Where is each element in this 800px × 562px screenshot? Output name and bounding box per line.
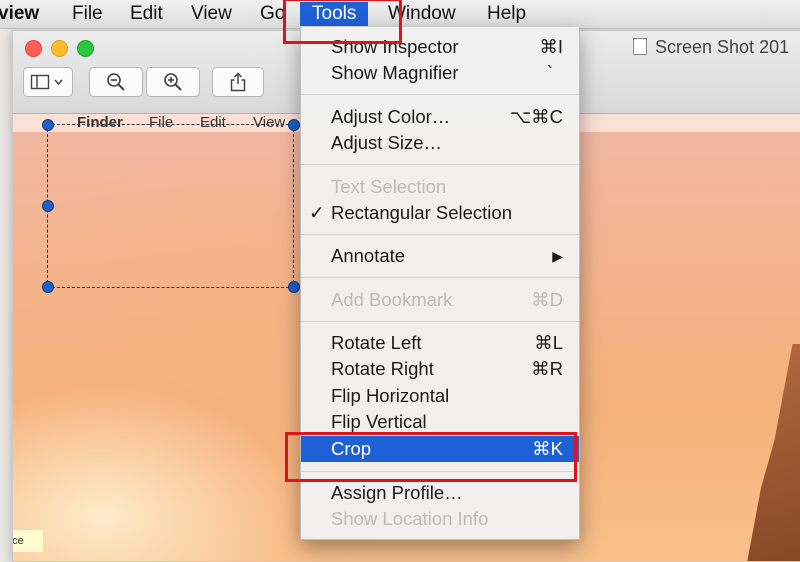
menu-item-label: Text Selection [331, 176, 447, 197]
menu-item-label: Assign Profile… [331, 482, 463, 503]
menu-go[interactable]: Go [260, 2, 285, 26]
menu-item-label: Add Bookmark [331, 289, 453, 310]
menu-item-show-location-info: Show Location Info [301, 506, 579, 532]
menu-item-adjust-color[interactable]: Adjust Color… ⌥⌘C [301, 104, 579, 130]
menu-item-label: Flip Horizontal [331, 385, 450, 406]
menu-bar: view File Edit View Go Tools Window Help [0, 0, 800, 29]
zoom-in-button[interactable] [146, 67, 200, 97]
menu-item-flip-horizontal[interactable]: Flip Horizontal [301, 383, 579, 409]
mountain-rock [743, 344, 800, 561]
menu-item-show-magnifier[interactable]: Show Magnifier ` [301, 60, 579, 86]
menu-window[interactable]: Window [388, 2, 456, 26]
menu-item-annotate[interactable]: Annotate ▶ [301, 243, 579, 269]
menu-item-adjust-size[interactable]: Adjust Size… [301, 130, 579, 156]
menu-item-label: Flip Vertical [331, 411, 427, 432]
menu-item-add-bookmark: Add Bookmark ⌘D [301, 287, 579, 313]
menu-separator [301, 164, 579, 165]
selection-handle-top-right[interactable] [288, 119, 300, 131]
app-menu-preview[interactable]: view [0, 2, 39, 26]
zoom-window-button[interactable] [77, 40, 94, 57]
menu-item-text-selection: Text Selection [301, 174, 579, 200]
menu-item-assign-profile[interactable]: Assign Profile… [301, 480, 579, 506]
menu-item-shortcut: ` [546, 62, 553, 83]
menu-item-label: Adjust Color… [331, 106, 451, 127]
menu-item-label: Show Location Info [331, 508, 489, 529]
menu-edit[interactable]: Edit [130, 2, 163, 26]
zoom-out-button[interactable] [89, 67, 143, 97]
minimize-window-button[interactable] [51, 40, 68, 57]
menu-tools[interactable]: Tools [300, 2, 369, 26]
menu-item-label: Rectangular Selection [331, 202, 512, 223]
menu-item-label: Show Inspector [331, 36, 459, 57]
submenu-arrow-icon: ▶ [552, 248, 563, 264]
menu-item-shortcut: ⌘R [531, 358, 563, 379]
menu-item-show-inspector[interactable]: Show Inspector ⌘I [301, 34, 579, 60]
menu-item-rotate-right[interactable]: Rotate Right ⌘R [301, 356, 579, 382]
menu-separator [301, 234, 579, 235]
sidebar-icon [30, 74, 63, 90]
menu-separator [301, 277, 579, 278]
zoom-in-icon [164, 73, 182, 91]
window-title-text: Screen Shot 201 [655, 37, 790, 57]
menu-item-shortcut: ⌘I [539, 36, 563, 57]
menu-help[interactable]: Help [487, 2, 526, 26]
document-icon [633, 37, 647, 55]
menu-item-flip-vertical[interactable]: Flip Vertical [301, 409, 579, 435]
tools-menu-dropdown: Show Inspector ⌘I Show Magnifier ` Adjus… [300, 27, 580, 540]
menu-file[interactable]: File [72, 2, 103, 26]
selection-handle-top-left[interactable] [42, 119, 54, 131]
checkmark-icon: ✓ [309, 202, 325, 223]
menu-item-shortcut: ⌘K [532, 438, 563, 459]
rectangular-selection[interactable] [47, 124, 294, 288]
sidebar-view-button[interactable] [23, 67, 73, 97]
close-window-button[interactable] [25, 40, 42, 57]
menu-item-shortcut: ⌥⌘C [509, 106, 563, 127]
share-button[interactable] [212, 67, 264, 97]
menu-item-label: Annotate [331, 245, 406, 266]
menu-separator [301, 471, 579, 472]
menu-item-label: Rotate Left [331, 332, 422, 353]
menu-item-label: Rotate Right [331, 358, 434, 379]
menu-view[interactable]: View [191, 2, 232, 26]
window-title: Screen Shot 201 [633, 37, 789, 58]
selection-handle-bottom-left[interactable] [42, 281, 54, 293]
selection-handle-middle-left[interactable] [42, 200, 54, 212]
menu-item-label: Show Magnifier [331, 62, 459, 83]
face-label: face [13, 530, 43, 552]
menu-item-label: Adjust Size… [331, 132, 443, 153]
zoom-out-icon [107, 73, 125, 91]
menu-item-shortcut: ⌘D [531, 289, 563, 310]
menu-item-shortcut: ⌘L [534, 332, 563, 353]
menu-item-crop[interactable]: Crop ⌘K [301, 436, 579, 462]
menu-separator [301, 321, 579, 322]
menu-item-rectangular-selection[interactable]: ✓ Rectangular Selection [301, 200, 579, 226]
menu-item-label: Crop [331, 438, 372, 459]
menu-item-rotate-left[interactable]: Rotate Left ⌘L [301, 330, 579, 356]
selection-handle-bottom-right[interactable] [288, 281, 300, 293]
share-icon [230, 72, 246, 92]
menu-separator [301, 94, 579, 95]
